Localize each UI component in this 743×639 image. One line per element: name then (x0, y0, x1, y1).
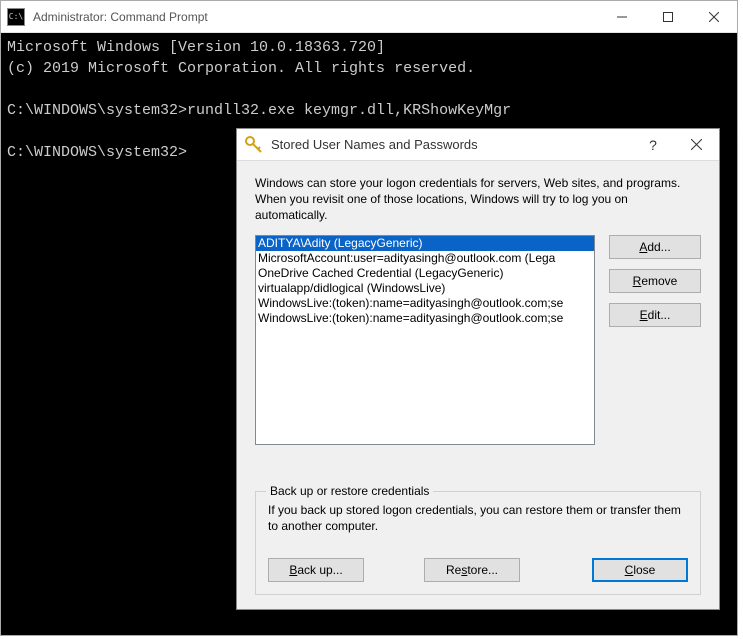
cmd-icon: C:\ (7, 8, 25, 26)
key-icon (245, 136, 263, 154)
list-item[interactable]: virtualapp/didlogical (WindowsLive) (256, 281, 594, 296)
minimize-button[interactable] (599, 1, 645, 32)
backup-restore-group: Back up or restore credentials If you ba… (255, 491, 701, 595)
stored-credentials-dialog: Stored User Names and Passwords ? Window… (236, 128, 720, 610)
close-dialog-button[interactable]: Close (592, 558, 688, 582)
backup-button[interactable]: Back up... (268, 558, 364, 582)
list-item[interactable]: WindowsLive:(token):name=adityasingh@out… (256, 311, 594, 326)
group-legend: Back up or restore credentials (266, 484, 433, 498)
close-button[interactable] (691, 1, 737, 32)
maximize-button[interactable] (645, 1, 691, 32)
list-item[interactable]: OneDrive Cached Credential (LegacyGeneri… (256, 266, 594, 281)
dialog-title: Stored User Names and Passwords (271, 137, 633, 152)
group-description: If you back up stored logon credentials,… (268, 502, 688, 534)
dialog-close-button[interactable] (673, 137, 719, 153)
cmd-titlebar: C:\ Administrator: Command Prompt (1, 1, 737, 33)
help-button[interactable]: ? (633, 137, 673, 153)
list-item[interactable]: ADITYA\Adity (LegacyGeneric) (256, 236, 594, 251)
dialog-description: Windows can store your logon credentials… (255, 175, 701, 223)
dialog-titlebar: Stored User Names and Passwords ? (237, 129, 719, 161)
restore-button[interactable]: Restore... (424, 558, 520, 582)
cmd-title: Administrator: Command Prompt (33, 10, 599, 24)
list-item[interactable]: WindowsLive:(token):name=adityasingh@out… (256, 296, 594, 311)
list-item[interactable]: MicrosoftAccount:user=adityasingh@outloo… (256, 251, 594, 266)
remove-button[interactable]: Remove (609, 269, 701, 293)
edit-button[interactable]: Edit... (609, 303, 701, 327)
credentials-listbox[interactable]: ADITYA\Adity (LegacyGeneric) MicrosoftAc… (255, 235, 595, 445)
add-button[interactable]: Add... (609, 235, 701, 259)
